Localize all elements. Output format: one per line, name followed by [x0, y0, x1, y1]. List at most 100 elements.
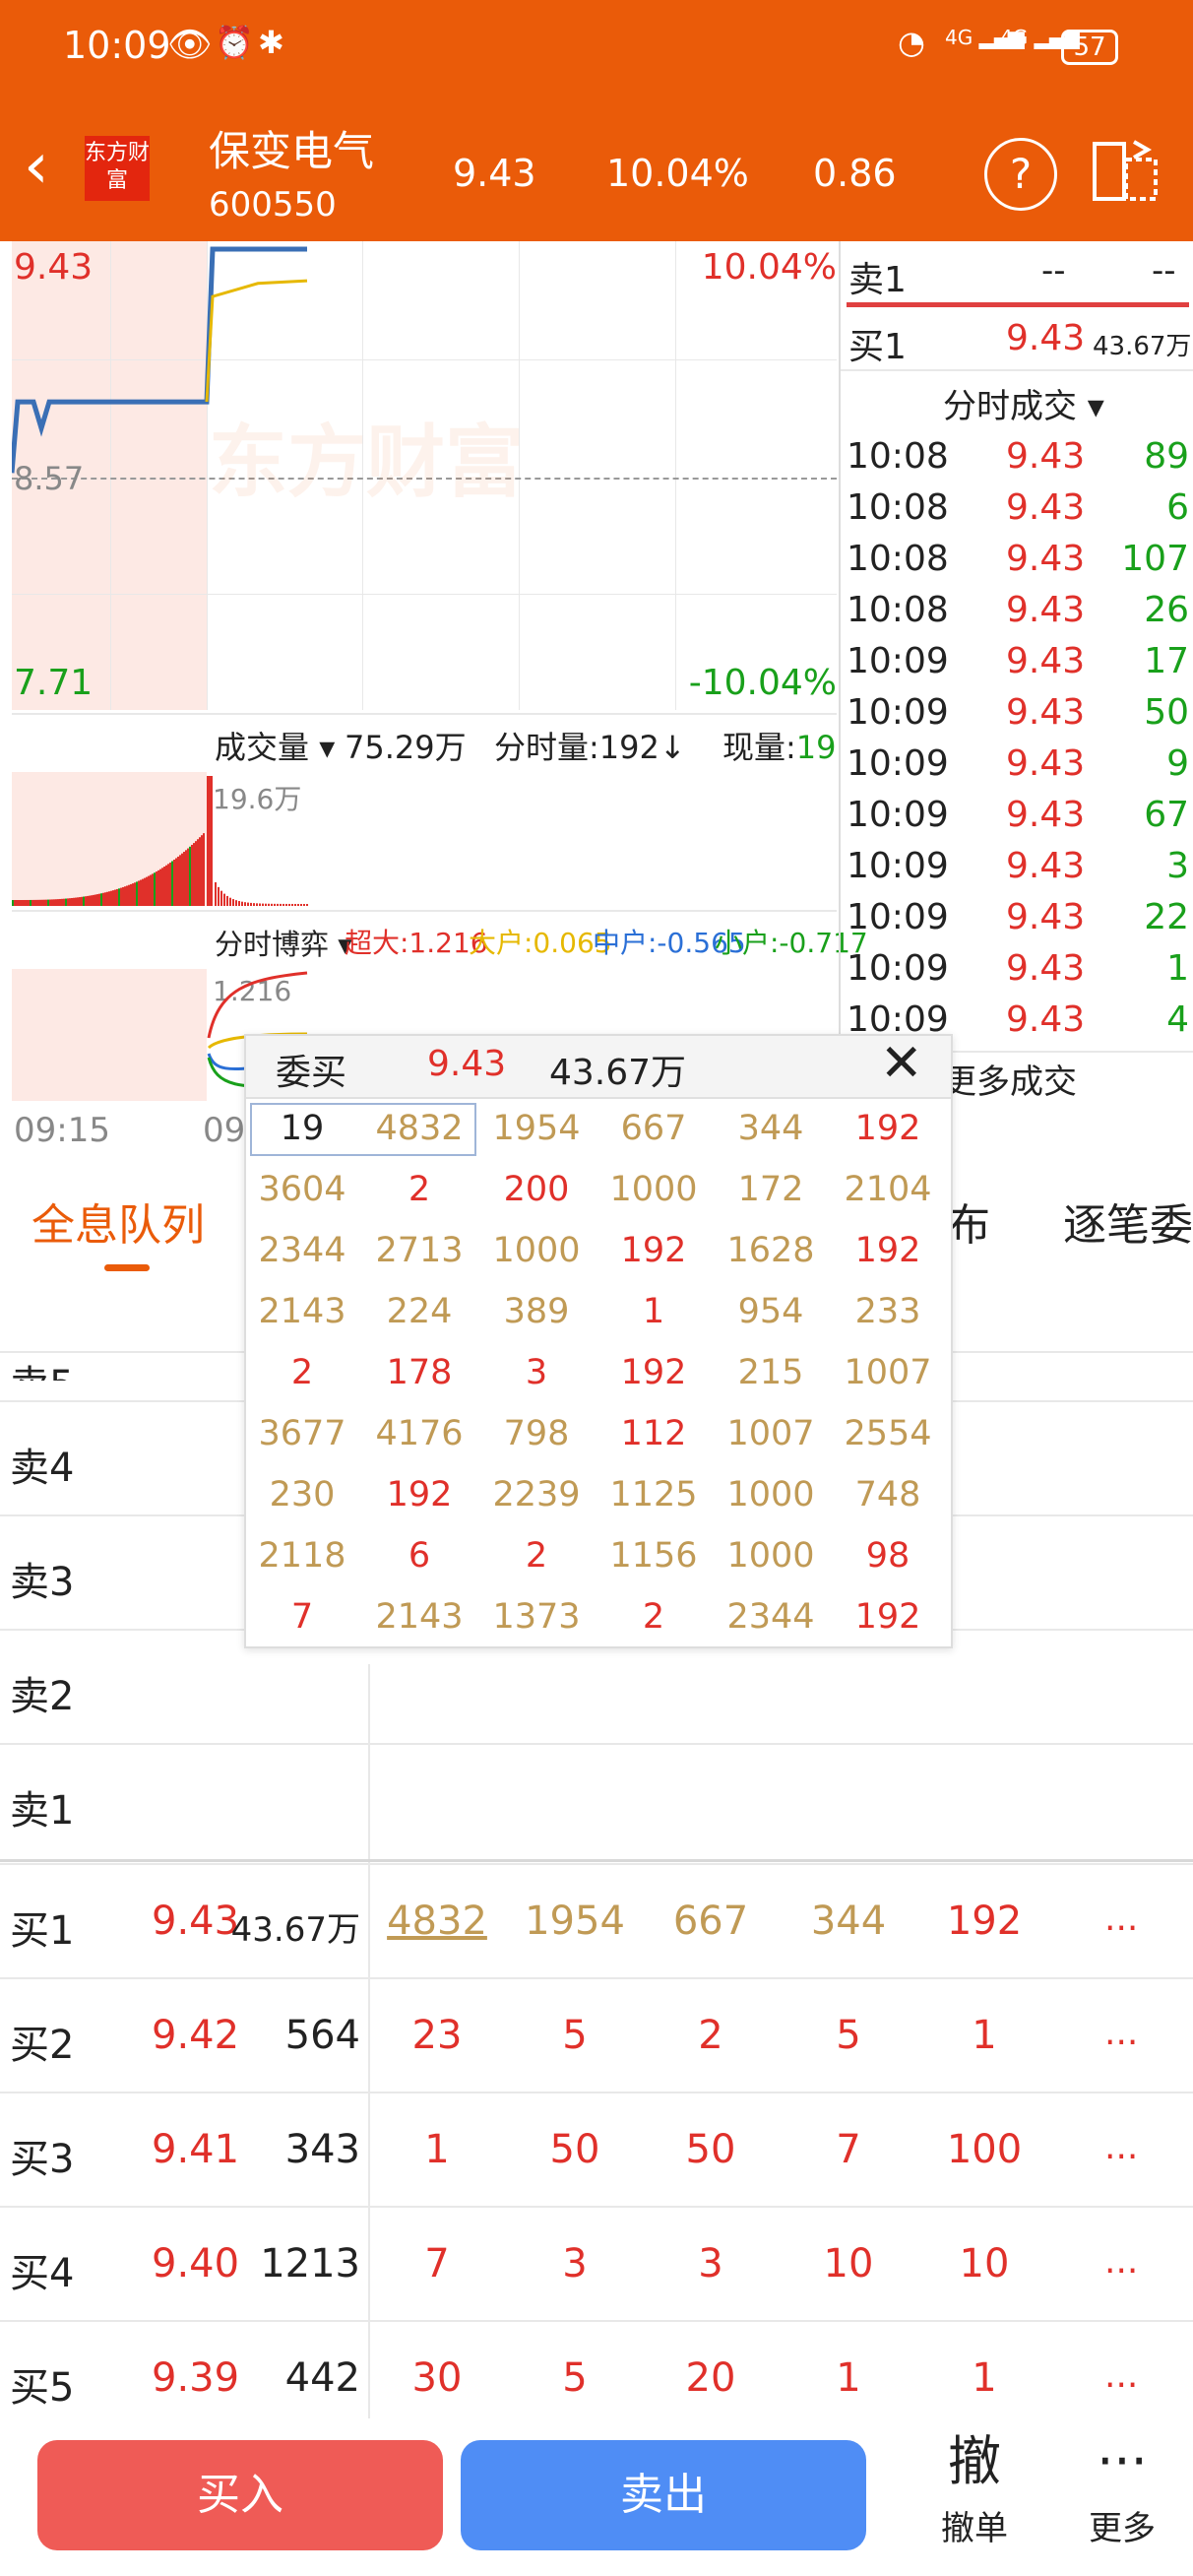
queue-order[interactable]: 1: [378, 2127, 496, 2172]
popup-order-cell[interactable]: 2143: [244, 1292, 360, 1331]
popup-order-cell[interactable]: 1156: [596, 1536, 712, 1576]
queue-more-link[interactable]: ...: [1104, 2355, 1138, 2396]
queue-order[interactable]: 1: [925, 2355, 1043, 2401]
queue-order[interactable]: 2: [652, 2013, 770, 2058]
brand-logo[interactable]: 东方财富: [85, 136, 150, 201]
popup-order-cell[interactable]: 1000: [478, 1231, 595, 1270]
popup-order-cell[interactable]: 2: [596, 1597, 712, 1637]
queue-order[interactable]: 100: [925, 2127, 1043, 2172]
popup-order-cell[interactable]: 2554: [830, 1414, 946, 1453]
popup-order-cell[interactable]: 954: [713, 1292, 829, 1331]
popup-order-cell[interactable]: 1000: [596, 1170, 712, 1209]
queue-order[interactable]: 20: [652, 2355, 770, 2401]
close-icon[interactable]: ✕: [880, 1034, 923, 1093]
queue-order[interactable]: 192: [925, 1899, 1043, 1944]
queue-more-link[interactable]: ...: [1104, 2127, 1138, 2167]
popup-order-cell[interactable]: 172: [713, 1170, 829, 1209]
queue-order[interactable]: 4832: [378, 1899, 496, 1944]
queue-order[interactable]: 667: [652, 1899, 770, 1944]
tick-list[interactable]: 10:08 9.43 89 10:08 9.43 6 10:08 9.43 107 10:08 9.…: [841, 430, 1193, 1043]
popup-order-cell[interactable]: 4832: [361, 1109, 477, 1148]
popup-order-cell[interactable]: 3677: [244, 1414, 360, 1453]
popup-order-cell[interactable]: 7: [244, 1597, 360, 1637]
popup-order-cell[interactable]: 224: [361, 1292, 477, 1331]
popup-order-cell[interactable]: 1628: [713, 1231, 829, 1270]
popup-order-cell[interactable]: 2713: [361, 1231, 477, 1270]
popup-order-cell[interactable]: 2239: [478, 1475, 595, 1514]
popup-order-cell[interactable]: 112: [596, 1414, 712, 1453]
popup-order-cell[interactable]: 2: [361, 1170, 477, 1209]
queue-order[interactable]: 50: [516, 2127, 634, 2172]
queue-order[interactable]: 3: [652, 2241, 770, 2286]
popup-order-cell[interactable]: 230: [244, 1475, 360, 1514]
popup-order-cell[interactable]: 2: [478, 1536, 595, 1576]
more-ticks-link[interactable]: 更多成交: [943, 1055, 1077, 1103]
popup-order-cell[interactable]: 3: [478, 1353, 595, 1392]
layout-switch-icon[interactable]: [1091, 138, 1160, 205]
popup-order-cell[interactable]: 748: [830, 1475, 946, 1514]
queue-order[interactable]: 344: [789, 1899, 908, 1944]
tab-tick-orders[interactable]: 逐笔委: [1063, 1190, 1193, 1253]
popup-order-cell[interactable]: 2104: [830, 1170, 946, 1209]
queue-order[interactable]: 1: [789, 2355, 908, 2401]
popup-order-cell[interactable]: 667: [596, 1109, 712, 1148]
queue-order[interactable]: 5: [789, 2013, 908, 2058]
popup-order-cell[interactable]: 344: [713, 1109, 829, 1148]
popup-order-cell[interactable]: 1000: [713, 1475, 829, 1514]
book-row-buy2[interactable]: 买2 9.42 564 23 5 2 5 1...: [0, 1977, 1193, 2093]
bid-queue-popup[interactable]: 委买 9.43 43.67万 ✕ 19 4832 1954 667 344 192 3604…: [244, 1034, 953, 1648]
popup-order-cell[interactable]: 2344: [713, 1597, 829, 1637]
popup-order-cell[interactable]: 215: [713, 1353, 829, 1392]
popup-order-cell[interactable]: 1373: [478, 1597, 595, 1637]
popup-order-cell[interactable]: 798: [478, 1414, 595, 1453]
queue-order[interactable]: 10: [925, 2241, 1043, 2286]
popup-order-cell[interactable]: 200: [478, 1170, 595, 1209]
queue-more-link[interactable]: ...: [1104, 2013, 1138, 2053]
popup-order-cell[interactable]: 192: [830, 1109, 946, 1148]
ticks-title[interactable]: 分时成交 ▾: [943, 379, 1104, 427]
popup-order-cell[interactable]: 98: [830, 1536, 946, 1576]
popup-order-cell[interactable]: 1954: [478, 1109, 595, 1148]
tab-distribution[interactable]: 布: [947, 1190, 990, 1253]
tab-full-queue[interactable]: 全息队列: [31, 1190, 205, 1253]
queue-order[interactable]: 10: [789, 2241, 908, 2286]
queue-order[interactable]: 5: [516, 2355, 634, 2401]
queue-order[interactable]: 5: [516, 2013, 634, 2058]
popup-order-cell[interactable]: 1007: [713, 1414, 829, 1453]
popup-order-cell[interactable]: 389: [478, 1292, 595, 1331]
game-selector[interactable]: 分时博弈 ▾: [215, 922, 352, 963]
queue-order[interactable]: 23: [378, 2013, 496, 2058]
queue-order[interactable]: 50: [652, 2127, 770, 2172]
popup-order-cell[interactable]: 2143: [361, 1597, 477, 1637]
popup-order-cell[interactable]: 192: [830, 1597, 946, 1637]
book-row-buy3[interactable]: 买3 9.41 343 1 50 50 7 100...: [0, 2092, 1193, 2208]
queue-order[interactable]: 1: [925, 2013, 1043, 2058]
popup-order-cell[interactable]: 192: [596, 1353, 712, 1392]
popup-order-cell[interactable]: 178: [361, 1353, 477, 1392]
popup-order-cell[interactable]: 1: [596, 1292, 712, 1331]
popup-order-cell[interactable]: 2344: [244, 1231, 360, 1270]
book-row-buy1[interactable]: 买1 9.43 43.67万 4832 1954 667 344 192...: [0, 1863, 1193, 1979]
more-button[interactable]: ··· 更多: [1063, 2430, 1181, 2568]
popup-order-cell[interactable]: 6: [361, 1536, 477, 1576]
queue-more-link[interactable]: ...: [1104, 2241, 1138, 2282]
sell-button[interactable]: 卖出: [461, 2440, 866, 2550]
cancel-order-button[interactable]: 撤 撤单: [915, 2430, 1034, 2568]
popup-order-cell[interactable]: 192: [830, 1231, 946, 1270]
queue-order[interactable]: 1954: [516, 1899, 634, 1944]
popup-order-cell[interactable]: 192: [361, 1475, 477, 1514]
queue-order[interactable]: 7: [789, 2127, 908, 2172]
popup-order-cell[interactable]: 2: [244, 1353, 360, 1392]
popup-order-cell[interactable]: 1125: [596, 1475, 712, 1514]
popup-order-cell[interactable]: 19: [244, 1109, 360, 1148]
volume-selector[interactable]: 成交量 ▾: [215, 723, 335, 768]
popup-order-cell[interactable]: 2118: [244, 1536, 360, 1576]
popup-order-cell[interactable]: 3604: [244, 1170, 360, 1209]
queue-order[interactable]: 30: [378, 2355, 496, 2401]
question-circle-icon[interactable]: ?: [984, 138, 1057, 211]
buy-button[interactable]: 买入: [37, 2440, 443, 2550]
book-row-buy4[interactable]: 买4 9.40 1213 7 3 3 10 10...: [0, 2206, 1193, 2322]
queue-order[interactable]: 3: [516, 2241, 634, 2286]
popup-order-cell[interactable]: 4176: [361, 1414, 477, 1453]
back-icon[interactable]: ‹: [24, 132, 49, 201]
